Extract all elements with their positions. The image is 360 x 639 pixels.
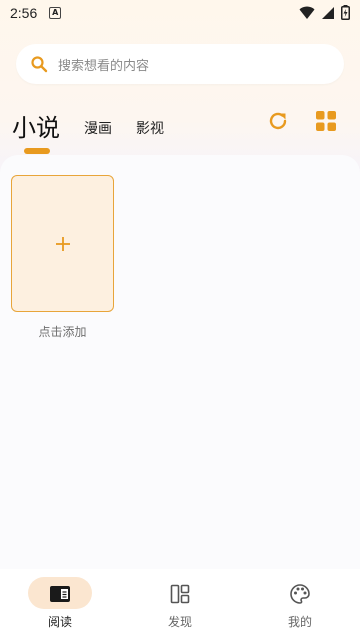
- refresh-button[interactable]: [265, 108, 291, 134]
- status-bar: 2:56 A: [0, 0, 360, 26]
- tab-label: 小说: [12, 114, 60, 142]
- tab-label: 漫画: [84, 121, 112, 137]
- palette-icon: [290, 584, 310, 604]
- search-placeholder: 搜索想看的内容: [58, 58, 150, 74]
- layout-icon: [170, 584, 190, 604]
- status-icons: [299, 5, 350, 20]
- nav-item-mine[interactable]: 我的: [240, 569, 360, 639]
- nav-label: 我的: [287, 615, 312, 629]
- category-tabs: 小说 漫画 影视: [12, 100, 188, 154]
- plus-icon: [55, 236, 70, 251]
- grid-view-button[interactable]: [313, 108, 339, 134]
- app-notification-icon: A: [49, 7, 62, 19]
- status-time: 2:56: [10, 5, 38, 21]
- tab-comic[interactable]: 漫画: [84, 114, 112, 144]
- tab-video[interactable]: 影视: [136, 114, 164, 144]
- search-bar[interactable]: 搜索想看的内容: [16, 44, 344, 84]
- nav-label: 阅读: [47, 615, 72, 629]
- add-book-label: 点击添加: [38, 325, 87, 339]
- bottom-navigation: 阅读 发现 我的: [0, 569, 360, 639]
- tab-label: 影视: [136, 121, 164, 137]
- bookshelf-panel: 点击添加: [0, 155, 360, 585]
- nav-item-read[interactable]: 阅读: [0, 569, 120, 639]
- add-book-card[interactable]: [11, 175, 114, 312]
- battery-icon: [341, 5, 350, 20]
- tab-novel[interactable]: 小说: [12, 112, 60, 154]
- tab-active-indicator: [24, 148, 50, 154]
- refresh-icon: [269, 112, 287, 130]
- book-icon: [50, 586, 70, 602]
- signal-icon: [322, 6, 334, 19]
- nav-item-discover[interactable]: 发现: [120, 569, 240, 639]
- grid-view-icon: [316, 111, 336, 131]
- nav-label: 发现: [167, 615, 192, 629]
- search-icon: [31, 56, 48, 73]
- wifi-icon: [299, 6, 315, 19]
